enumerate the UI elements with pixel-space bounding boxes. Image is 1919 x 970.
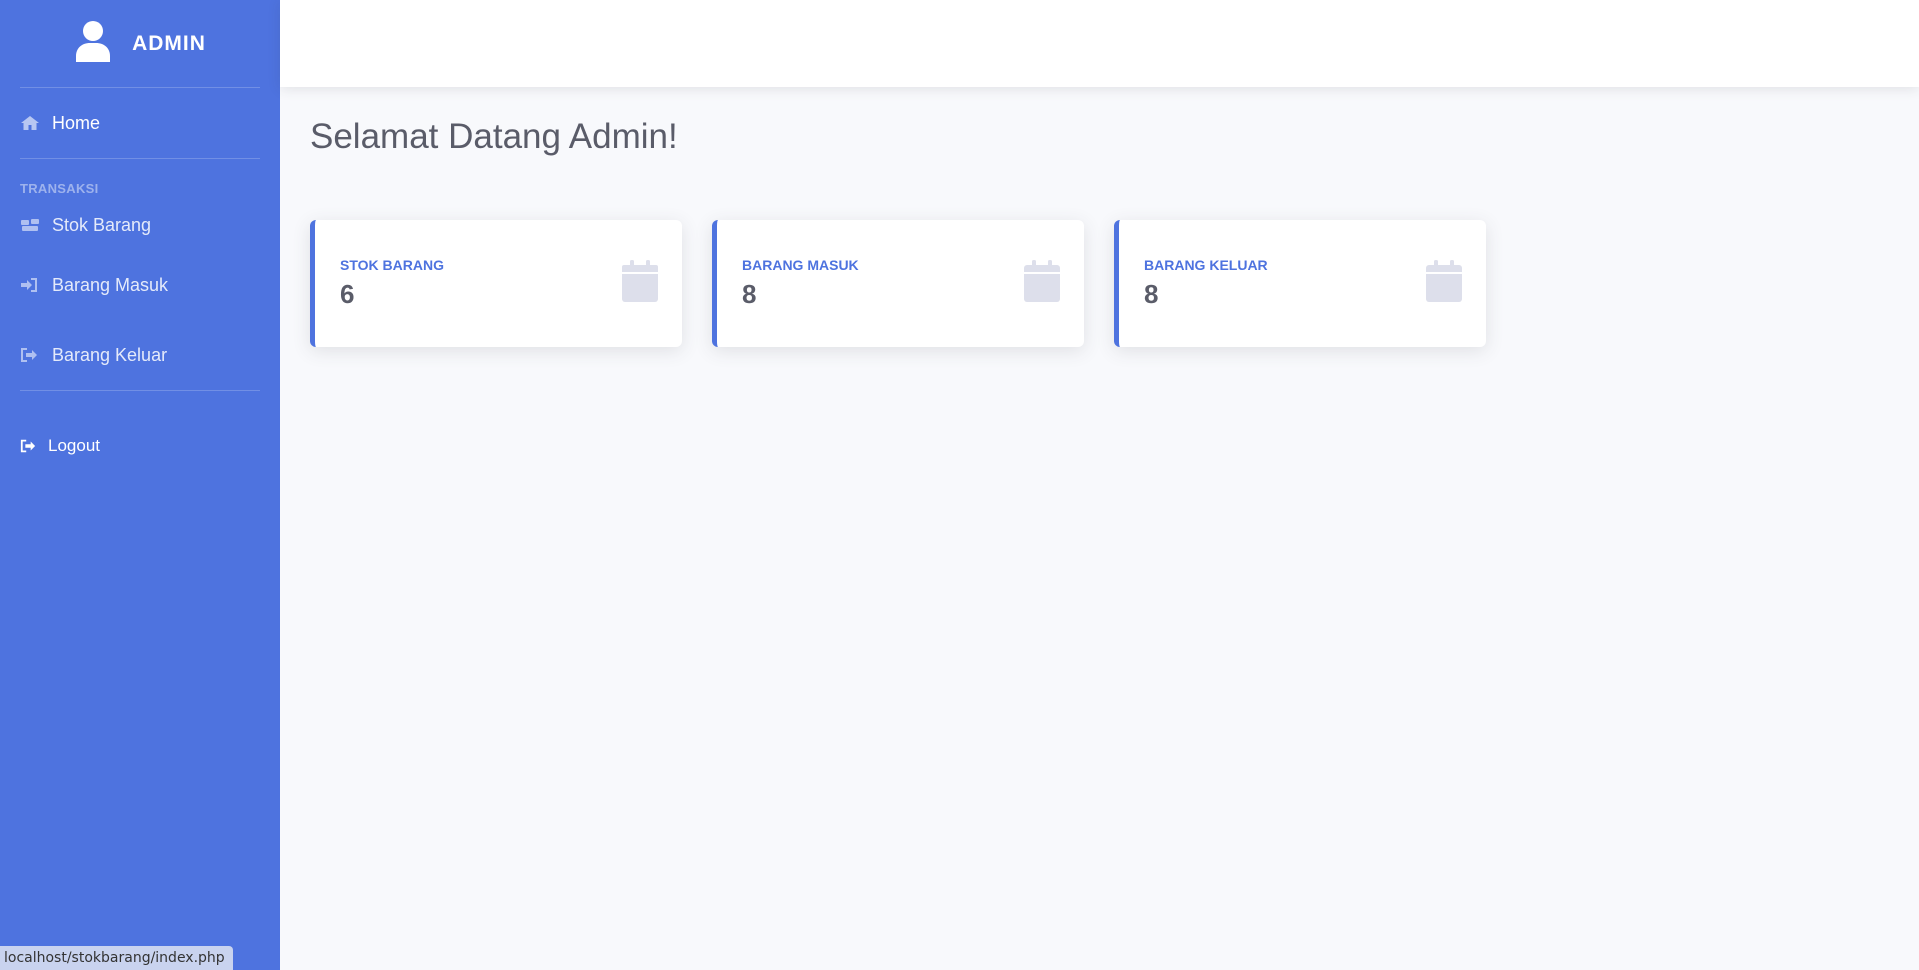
user-icon — [74, 20, 112, 67]
logout-button[interactable]: Logout — [0, 391, 280, 501]
sidebar-item-stok-barang[interactable]: Stok Barang — [0, 200, 280, 250]
card-barang-keluar: BARANG KELUAR 8 — [1114, 220, 1486, 347]
card-label: BARANG KELUAR — [1144, 257, 1268, 273]
sidebar-brand[interactable]: ADMIN — [0, 0, 280, 87]
calendar-icon — [622, 260, 658, 307]
boxes-icon — [20, 215, 40, 235]
card-value: 8 — [1144, 279, 1159, 309]
sidebar: ADMIN Home TRANSAKSI Stok Barang Barang … — [0, 0, 280, 970]
logout-label: Logout — [48, 436, 100, 455]
sidebar-item-home[interactable]: Home — [0, 88, 280, 158]
sidebar-item-barang-keluar[interactable]: Barang Keluar — [0, 320, 280, 390]
stat-cards: STOK BARANG 6 BARANG MASUK 8 BARANG KELU… — [310, 220, 1889, 347]
page-title: Selamat Datang Admin! — [310, 117, 678, 156]
calendar-icon — [1426, 260, 1462, 307]
status-bar-url: localhost/stokbarang/index.php — [0, 946, 233, 970]
calendar-icon — [1024, 260, 1060, 307]
card-value: 8 — [742, 279, 757, 309]
card-label: STOK BARANG — [340, 257, 444, 273]
sidebar-item-label: Home — [52, 112, 101, 133]
topbar — [280, 0, 1919, 87]
sign-in-icon — [20, 275, 40, 295]
sidebar-heading: TRANSAKSI — [20, 181, 99, 196]
home-icon — [20, 113, 40, 133]
sidebar-item-label: Barang Keluar — [52, 344, 168, 365]
sidebar-item-label: Barang Masuk — [52, 274, 169, 295]
sign-out-icon — [20, 345, 40, 365]
card-value: 6 — [340, 279, 355, 309]
brand-title: ADMIN — [132, 31, 206, 55]
sidebar-item-barang-masuk[interactable]: Barang Masuk — [0, 250, 280, 320]
card-stok-barang: STOK BARANG 6 — [310, 220, 682, 347]
logout-icon — [20, 436, 36, 456]
card-barang-masuk: BARANG MASUK 8 — [712, 220, 1084, 347]
sidebar-item-label: Stok Barang — [52, 214, 152, 235]
main-content: Selamat Datang Admin! STOK BARANG 6 BARA… — [280, 87, 1919, 970]
card-label: BARANG MASUK — [742, 257, 859, 273]
